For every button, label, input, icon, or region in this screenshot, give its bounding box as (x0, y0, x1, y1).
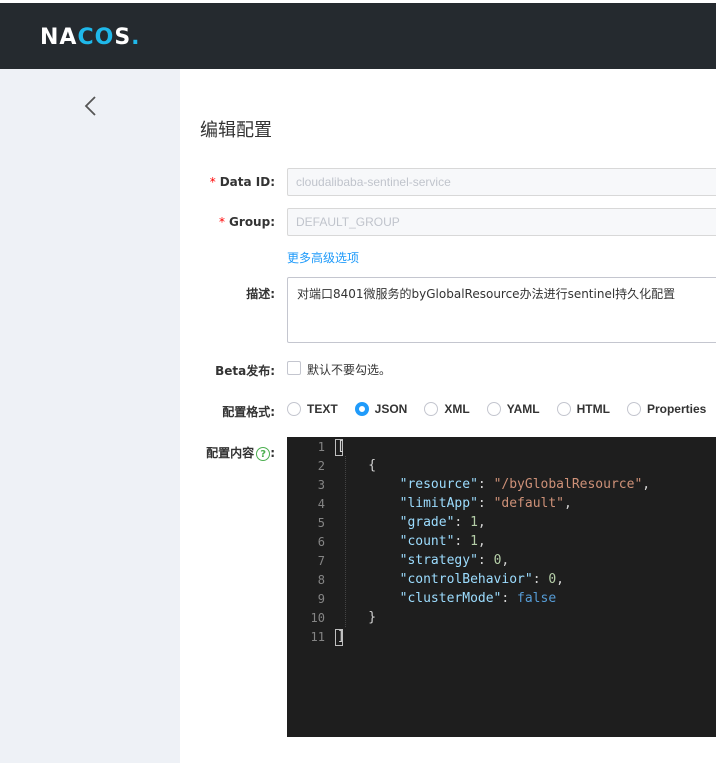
sidebar (0, 69, 180, 763)
data-id-input[interactable]: cloudalibaba-sentinel-service (287, 168, 716, 196)
radio-text[interactable]: TEXT (287, 402, 338, 416)
radio-circle-icon[interactable] (287, 402, 301, 416)
code-line: "resource": "/byGlobalResource", (399, 477, 651, 492)
radio-json[interactable]: JSON (354, 402, 407, 416)
radio-circle-icon[interactable] (424, 402, 439, 416)
line-number: 6 (317, 535, 325, 549)
code-line: } (337, 610, 377, 625)
line-number: 7 (317, 554, 325, 568)
line-number: 11 (310, 630, 325, 644)
code-line: "clusterMode": false (399, 591, 557, 606)
radio-html[interactable]: HTML (556, 402, 610, 416)
line-number: 3 (317, 478, 325, 492)
back-arrow-icon[interactable] (82, 94, 100, 118)
code-line: "limitApp": "default", (399, 496, 572, 511)
beta-label: Beta发布: (215, 364, 275, 378)
code-line: "controlBehavior": 0, (399, 572, 564, 587)
page-title: 编辑配置 (200, 120, 272, 141)
code-editor[interactable]: 1 2 3 4 5 6 7 8 9 10 11 [ { "resource": … (287, 437, 716, 737)
code-line: ] (337, 629, 345, 644)
radio-xml[interactable]: XML (424, 402, 470, 416)
data-id-label: * Data ID: (209, 175, 275, 189)
code-line: { (337, 458, 377, 473)
radio-circle-icon[interactable] (486, 402, 501, 416)
code-line: "count": 1, (399, 534, 486, 549)
description-label: 描述: (246, 287, 275, 301)
group-input[interactable]: DEFAULT_GROUP (287, 208, 716, 236)
content-label: 配置内容?: (206, 446, 275, 461)
beta-checkbox[interactable] (287, 361, 301, 375)
group-label: * Group: (219, 215, 275, 229)
beta-checkbox-label: 默认不要勾选。 (307, 363, 392, 377)
line-number: 5 (317, 516, 325, 530)
help-icon[interactable]: ? (256, 446, 271, 461)
line-number: 4 (317, 497, 325, 511)
advanced-options-link[interactable]: 更多高级选项 (287, 249, 359, 266)
code-line: [ (337, 439, 345, 454)
line-number: 2 (317, 459, 325, 473)
nacos-logo[interactable]: NACOS. (40, 25, 141, 50)
code-line: "grade": 1, (399, 515, 486, 530)
line-number: 10 (310, 611, 325, 625)
line-number: 9 (317, 592, 325, 606)
radio-selected-icon[interactable] (354, 402, 369, 416)
format-label: 配置格式: (222, 405, 275, 419)
radio-yaml[interactable]: YAML (486, 402, 540, 416)
radio-circle-icon[interactable] (626, 402, 641, 416)
line-number: 8 (317, 573, 325, 587)
description-textarea[interactable]: 对端口8401微服务的byGlobalResource办法进行sentinel持… (287, 277, 716, 343)
line-number: 1 (317, 440, 325, 454)
code-line: "strategy": 0, (399, 553, 510, 568)
format-radio-group: TEXT JSON XML YAML HTML Properties (287, 402, 716, 416)
top-navbar: NACOS. (0, 0, 716, 69)
radio-properties[interactable]: Properties (626, 402, 706, 416)
radio-circle-icon[interactable] (556, 402, 571, 416)
